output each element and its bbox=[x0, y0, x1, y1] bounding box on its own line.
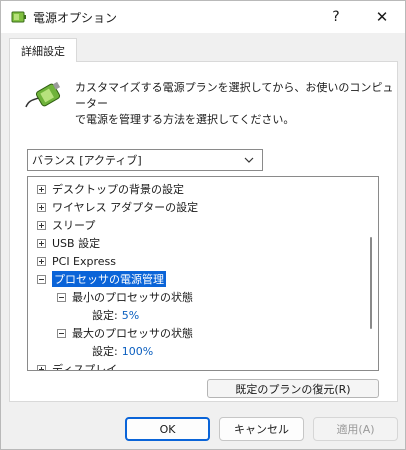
expand-icon[interactable] bbox=[37, 184, 46, 194]
tree-item-max-setting[interactable]: 設定: 100% bbox=[92, 342, 153, 360]
tree-item-label: ワイヤレス アダプターの設定 bbox=[52, 201, 199, 214]
description-line-1: カスタマイズする電源プランを選択してから、お使いのコンピューター bbox=[75, 81, 394, 110]
tree-item-label: 最小のプロセッサの状態 bbox=[72, 291, 193, 304]
collapse-icon[interactable] bbox=[57, 328, 66, 338]
setting-value[interactable]: 100% bbox=[122, 345, 153, 358]
battery-plug-icon bbox=[25, 81, 61, 108]
tab-advanced-settings[interactable]: 詳細設定 bbox=[9, 38, 77, 62]
expand-icon[interactable] bbox=[37, 202, 46, 212]
settings-tree[interactable]: デスクトップの背景の設定 ワイヤレス アダプターの設定 スリープ USB 設定 … bbox=[27, 176, 379, 371]
power-plan-value: バランス [アクティブ] bbox=[32, 154, 142, 167]
tree-scrollbar[interactable] bbox=[370, 237, 372, 329]
power-options-window: 電源オプション ? ✕ 詳細設定 カスタマイズする電源プランを選択してから、お使… bbox=[0, 0, 406, 450]
chevron-down-icon bbox=[244, 157, 254, 163]
tree-item-pci-express[interactable]: PCI Express bbox=[37, 252, 116, 270]
tree-item-max-processor-state[interactable]: 最大のプロセッサの状態 bbox=[57, 324, 193, 342]
tree-item-display[interactable]: ディスプレイ bbox=[37, 360, 118, 371]
setting-label: 設定: bbox=[92, 345, 118, 358]
setting-label: 設定: bbox=[92, 309, 118, 322]
close-button[interactable]: ✕ bbox=[359, 1, 405, 33]
expand-icon[interactable] bbox=[37, 238, 46, 248]
description-line-2: で電源を管理する方法を選択してください。 bbox=[75, 113, 295, 126]
tree-item-min-processor-state[interactable]: 最小のプロセッサの状態 bbox=[57, 288, 193, 306]
title-bar: 電源オプション ? ✕ bbox=[1, 1, 405, 33]
power-plan-dropdown[interactable]: バランス [アクティブ] bbox=[27, 149, 263, 171]
tree-item-label: ディスプレイ bbox=[52, 363, 118, 371]
tree-item-label: PCI Express bbox=[52, 254, 117, 268]
tree-item-desktop-background[interactable]: デスクトップの背景の設定 bbox=[37, 180, 184, 198]
tree-item-label: デスクトップの背景の設定 bbox=[52, 183, 184, 196]
tree-item-label: スリープ bbox=[52, 219, 96, 232]
expand-icon[interactable] bbox=[37, 364, 46, 370]
collapse-icon[interactable] bbox=[57, 292, 66, 302]
collapse-icon[interactable] bbox=[37, 274, 46, 284]
help-button[interactable]: ? bbox=[313, 1, 359, 33]
window-title: 電源オプション bbox=[33, 11, 118, 25]
tree-item-label: USB 設定 bbox=[52, 237, 101, 250]
setting-value[interactable]: 5% bbox=[122, 309, 139, 322]
tree-item-label-selected: プロセッサの電源管理 bbox=[52, 271, 166, 287]
tree-item-label: 最大のプロセッサの状態 bbox=[72, 327, 193, 340]
tree-item-usb[interactable]: USB 設定 bbox=[37, 234, 100, 252]
expand-icon[interactable] bbox=[37, 220, 46, 230]
apply-button[interactable]: 適用(A) bbox=[313, 417, 398, 441]
restore-default-plan-button[interactable]: 既定のプランの復元(R) bbox=[207, 379, 379, 398]
tree-item-processor-power[interactable]: プロセッサの電源管理 bbox=[37, 270, 166, 288]
description-text: カスタマイズする電源プランを選択してから、お使いのコンピューター で電源を管理す… bbox=[75, 80, 395, 128]
tree-item-min-setting[interactable]: 設定: 5% bbox=[92, 306, 139, 324]
power-options-icon bbox=[11, 11, 26, 23]
tree-item-wireless-adapter[interactable]: ワイヤレス アダプターの設定 bbox=[37, 198, 198, 216]
expand-icon[interactable] bbox=[37, 256, 46, 266]
ok-button[interactable]: OK bbox=[125, 417, 210, 441]
cancel-button[interactable]: キャンセル bbox=[219, 417, 304, 441]
tree-item-sleep[interactable]: スリープ bbox=[37, 216, 95, 234]
